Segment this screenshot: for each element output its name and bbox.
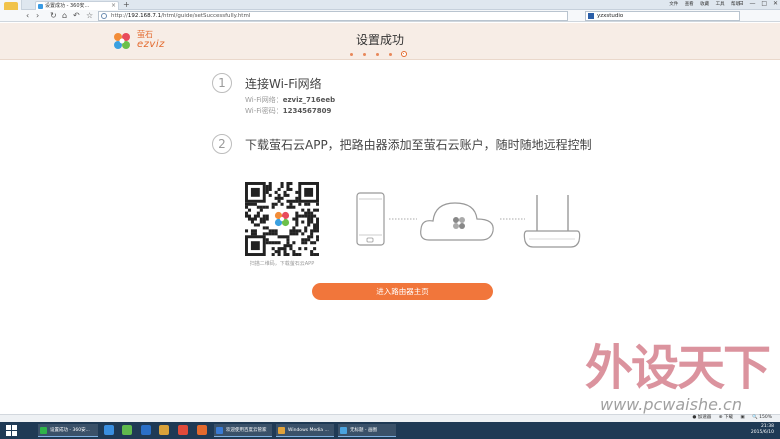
maximize-icon[interactable]: □ xyxy=(761,0,767,7)
step-dot-2 xyxy=(363,52,366,56)
qr-caption: 扫描二维码，下载萤石云APP xyxy=(249,261,315,267)
phone-icon xyxy=(356,192,385,246)
taskbar-item-label: 设置成功 - 360安... xyxy=(50,428,90,433)
weibo-icon[interactable] xyxy=(197,425,207,435)
step-2-number: 2 xyxy=(212,134,232,154)
home-icon[interactable]: ⌂ xyxy=(62,11,67,21)
step-dot-1 xyxy=(350,52,353,56)
folder-icon[interactable] xyxy=(159,425,169,435)
menu-favorites[interactable]: 收藏 xyxy=(700,2,709,7)
wifi-password-value: 1234567809 xyxy=(282,107,332,115)
taskbar-item-media[interactable]: Windows Media ... xyxy=(276,424,334,437)
step-1-title: 连接Wi-Fi网络 xyxy=(245,77,322,91)
zoom-level[interactable]: 🔍 150% xyxy=(752,415,772,420)
app-icon[interactable] xyxy=(141,425,151,435)
screenshot-icon[interactable]: ▣ xyxy=(740,415,744,420)
browser-status-bar xyxy=(0,414,780,422)
page-title: 设置成功 xyxy=(355,33,404,47)
search-input[interactable]: yzxstudio xyxy=(585,11,740,21)
menu-view[interactable]: 查看 xyxy=(685,2,694,7)
undo-icon[interactable]: ↶ xyxy=(73,11,80,21)
watermark-url: www.pcwaishe.cn xyxy=(600,395,742,414)
url-path: /html/guide/setSuccessfully.html xyxy=(161,13,251,19)
enter-router-home-button[interactable]: 进入路由器主页 xyxy=(312,283,493,300)
step-dot-5-active xyxy=(401,51,407,57)
restore-icon[interactable]: ⊟ xyxy=(739,0,744,7)
router-icon xyxy=(523,195,581,248)
qr-code-icon xyxy=(245,182,319,256)
address-bar[interactable]: http://192.168.7.1/html/guide/setSuccess… xyxy=(98,11,568,21)
system-tray-clock[interactable]: 21:38 2015/6/10 xyxy=(751,424,774,436)
connection-diagram xyxy=(356,192,581,248)
ie-icon[interactable] xyxy=(104,425,114,435)
logo-text-en: ezviz xyxy=(137,39,165,50)
cloud-icon xyxy=(420,202,494,241)
wechat-icon[interactable] xyxy=(122,425,132,435)
clock-date: 2015/6/10 xyxy=(750,430,774,435)
baidu-cloud-icon xyxy=(216,427,223,434)
favorite-star-icon[interactable]: ☆ xyxy=(86,11,93,21)
back-icon[interactable]: ‹ xyxy=(26,11,29,21)
menu-tools[interactable]: 工具 xyxy=(716,2,725,7)
taskbar-item-baidu[interactable]: 欢迎使用百度云管家 xyxy=(214,424,272,437)
forward-icon[interactable]: › xyxy=(36,11,39,21)
download-button[interactable]: ⊕ 下载 xyxy=(719,415,733,420)
window-controls: ⊟ — □ ✕ xyxy=(735,0,779,7)
browser-app-icon xyxy=(40,427,47,434)
step-dot-4 xyxy=(389,52,392,56)
taskbar-item-browser[interactable]: 设置成功 - 360安... xyxy=(38,424,98,437)
tab-close-icon[interactable]: × xyxy=(111,2,116,10)
wifi-network-line: Wi-Fi网络：ezviz_716eeb xyxy=(245,96,335,105)
step-dot-3 xyxy=(376,52,379,56)
tab-title: 设置成功 - 360安... xyxy=(45,3,90,9)
menu-links: 文件 查看 收藏 工具 帮助 xyxy=(664,1,740,7)
taskbar-item-label: 无标题 - 画图 xyxy=(350,428,377,433)
url-host: 192.168.7.1 xyxy=(127,13,162,19)
paint-icon xyxy=(340,427,347,434)
step-2-title: 下载萤石云APP，把路由器添加至萤石云账户，随时随地远程控制 xyxy=(245,138,592,152)
browser-tab[interactable]: 设置成功 - 360安... × xyxy=(35,1,119,10)
taskbar-item-label: 欢迎使用百度云管家 xyxy=(226,428,267,433)
windows-start-icon[interactable] xyxy=(6,425,17,436)
refresh-icon[interactable]: ↻ xyxy=(50,11,57,21)
netease-music-icon[interactable] xyxy=(178,425,188,435)
step-indicator xyxy=(350,51,410,57)
wifi-password-line: Wi-Fi密码：1234567809 xyxy=(245,107,331,116)
step-1-number: 1 xyxy=(212,73,232,93)
close-icon[interactable]: ✕ xyxy=(773,0,778,7)
tab-favicon-icon xyxy=(38,4,43,9)
url-protocol: http:// xyxy=(111,13,128,19)
wifi-password-label: Wi-Fi密码： xyxy=(245,107,283,115)
taskbar-item-paint[interactable]: 无标题 - 画图 xyxy=(338,424,396,437)
wifi-network-label: Wi-Fi网络： xyxy=(245,96,283,104)
new-tab-button[interactable]: + xyxy=(123,0,130,9)
search-engine-icon[interactable] xyxy=(588,13,594,19)
menu-file[interactable]: 文件 xyxy=(669,2,678,7)
site-info-icon[interactable] xyxy=(101,13,107,19)
search-value: yzxstudio xyxy=(597,13,624,19)
accelerator-button[interactable]: ● 加速器 xyxy=(692,415,711,420)
watermark-logo: 外设天下 xyxy=(585,340,771,396)
minimize-icon[interactable]: — xyxy=(749,0,755,7)
wifi-network-value: ezviz_716eeb xyxy=(282,96,336,104)
media-player-icon xyxy=(278,427,285,434)
status-right: ● 加速器 ⊕ 下载 ▣ 🔍 150% xyxy=(686,414,772,422)
taskbar-item-label: Windows Media ... xyxy=(288,428,329,433)
